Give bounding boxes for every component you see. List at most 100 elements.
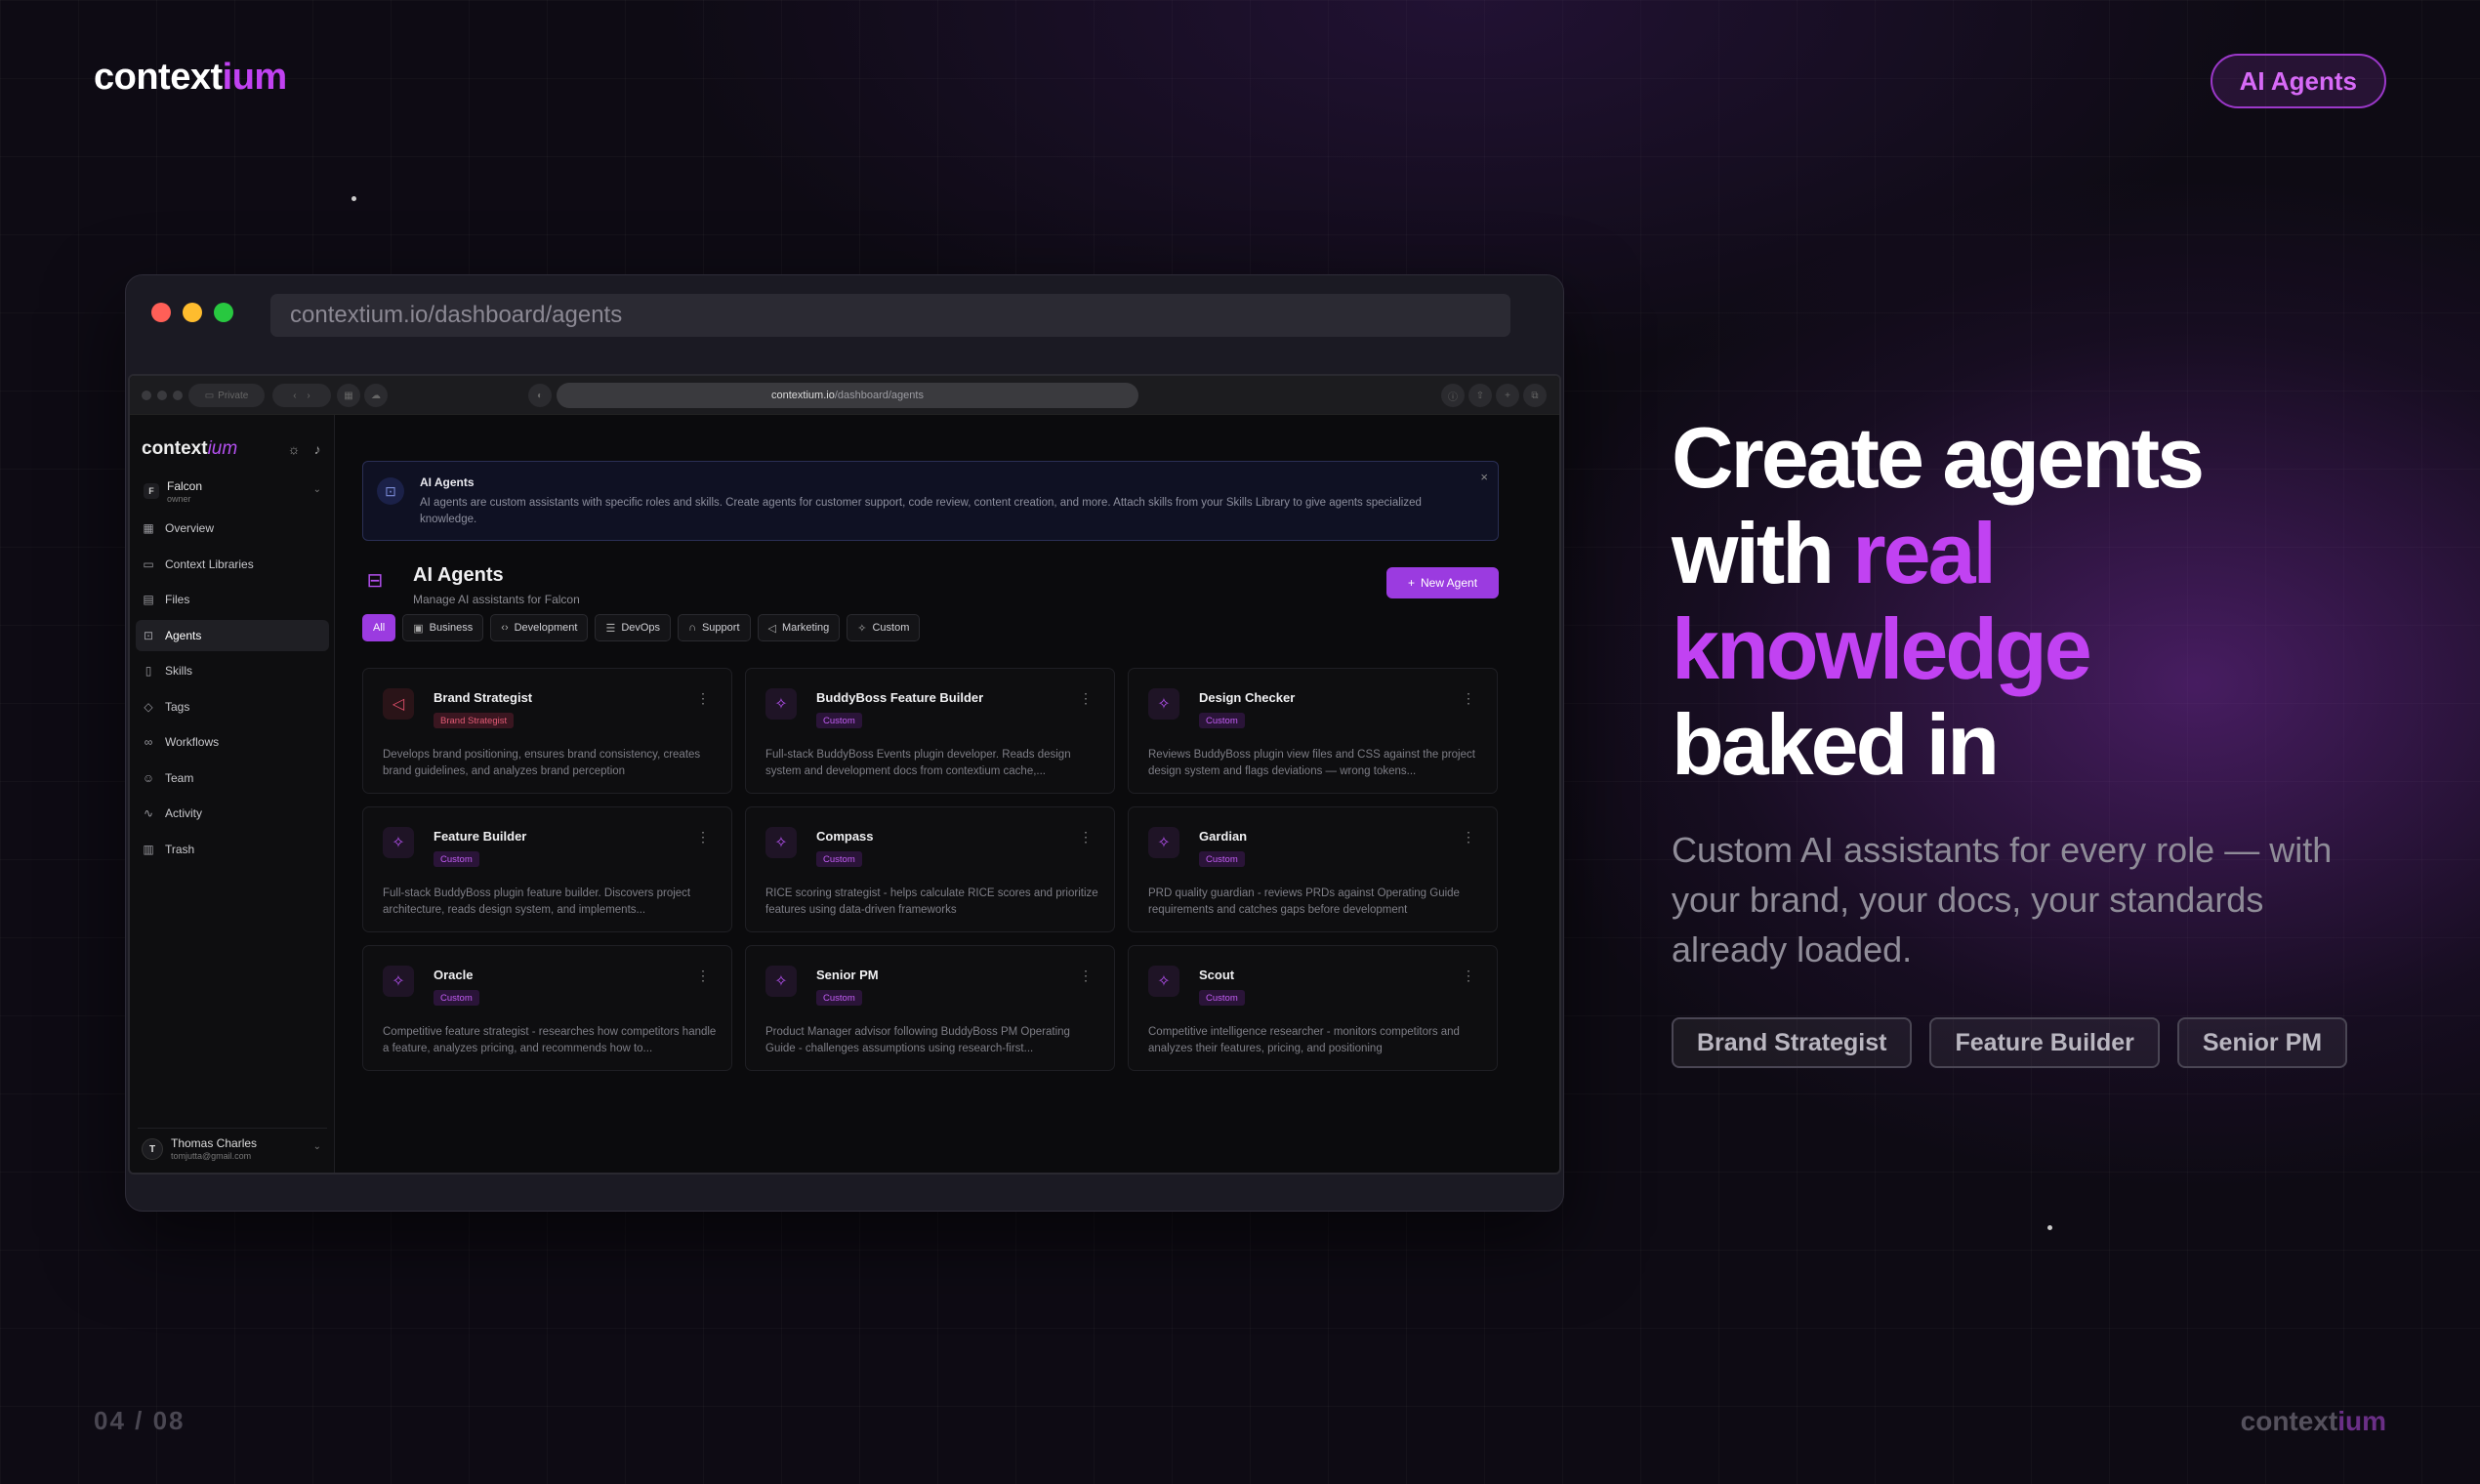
tab-overview-button[interactable]: ⧉	[1523, 384, 1547, 407]
file-icon: ▤	[143, 593, 154, 606]
more-menu-icon[interactable]: ⋮	[1462, 829, 1475, 845]
inner-url-bar[interactable]: contextium.io/dashboard/agents	[557, 383, 1138, 408]
sidebar-item-context-libraries[interactable]: ▭ Context Libraries	[136, 549, 329, 580]
sidebar-item-activity[interactable]: ∿ Activity	[136, 798, 329, 829]
app-screenshot: ▭ Private ‹ › ▦ ☁ ◐ contextium.io/dashboa…	[128, 374, 1561, 1175]
workspace-switcher[interactable]: F Falcon owner ⌄	[138, 475, 327, 507]
sidebar-item-files[interactable]: ▤ Files	[136, 584, 329, 615]
sparkles-icon: ✧	[765, 966, 797, 997]
agent-name: BuddyBoss Feature Builder	[816, 690, 984, 705]
hero-line: baked in	[1672, 696, 2000, 793]
agent-card[interactable]: ◁ Brand Strategist Brand Strategist ⋮ Develo…	[362, 668, 732, 794]
maximize-dot[interactable]	[214, 303, 233, 322]
agent-grid: ◁ Brand Strategist Brand Strategist ⋮ Develo…	[362, 668, 1501, 1071]
agent-name: Design Checker	[1199, 690, 1296, 705]
sidebar-item-skills[interactable]: ▯ Skills	[136, 655, 329, 686]
more-menu-icon[interactable]: ⋮	[696, 690, 710, 707]
private-button[interactable]: ▭ Private	[188, 384, 265, 407]
grid-icon: ▦	[143, 521, 154, 535]
sidebar-logo[interactable]: contextium	[142, 438, 237, 460]
filter-devops[interactable]: ☰ DevOps	[595, 614, 672, 641]
hero-heading: Create agents with real knowledge baked …	[1672, 410, 2414, 793]
close-icon[interactable]: ×	[1480, 470, 1488, 484]
sparkles-icon: ✧	[765, 827, 797, 858]
hero-line: knowledge	[1672, 600, 2092, 697]
agent-card[interactable]: ✧ BuddyBoss Feature Builder Custom ⋮ Full-st…	[745, 668, 1115, 794]
agent-badge: Custom	[1199, 990, 1245, 1006]
filter-development[interactable]: ‹› Development	[490, 614, 589, 641]
shield-button[interactable]: ◐	[528, 384, 552, 407]
tabs-icon: ⧉	[1531, 390, 1539, 401]
browser-window: contextium.io/dashboard/agents ▭ Private …	[125, 274, 1564, 1212]
more-menu-icon[interactable]: ⋮	[1462, 968, 1475, 984]
agent-card[interactable]: ✧ Compass Custom ⋮ RICE scoring strategist -…	[745, 806, 1115, 932]
hero-line: with real	[1672, 505, 1997, 601]
agent-card[interactable]: ✧ Oracle Custom ⋮ Competitive feature strate…	[362, 945, 732, 1071]
forward-icon[interactable]: ›	[307, 391, 310, 401]
more-menu-icon[interactable]: ⋮	[1079, 829, 1093, 845]
agent-description: RICE scoring strategist - helps calculat…	[765, 887, 1098, 916]
nav-arrows[interactable]: ‹ ›	[272, 384, 331, 407]
close-dot[interactable]	[151, 303, 171, 322]
agent-card[interactable]: ✧ Gardian Custom ⋮ PRD quality guardian - re…	[1128, 806, 1498, 932]
more-menu-icon[interactable]: ⋮	[1079, 690, 1093, 707]
info-banner: ⊡ AI Agents × AI agents are custom assis…	[362, 461, 1499, 541]
agent-card[interactable]: ✧ Design Checker Custom ⋮ Reviews BuddyBoss …	[1128, 668, 1498, 794]
sidebar-item-team[interactable]: ☺ Team	[136, 763, 329, 794]
agent-badge: Custom	[434, 851, 479, 867]
info-button[interactable]: ⓘ	[1441, 384, 1465, 407]
agent-description: Full-stack BuddyBoss plugin feature buil…	[383, 887, 691, 916]
new-agent-button[interactable]: + New Agent	[1386, 567, 1499, 598]
grid-icon: ▦	[344, 390, 353, 401]
filter-marketing[interactable]: ◁ Marketing	[757, 614, 841, 641]
more-menu-icon[interactable]: ⋮	[1462, 690, 1475, 707]
sidebar-item-agents[interactable]: ⊡ Agents	[136, 619, 329, 651]
browser-url[interactable]: contextium.io/dashboard/agents	[270, 294, 1510, 337]
sidebar-item-tags[interactable]: ◇ Tags	[136, 691, 329, 722]
users-icon: ☺	[142, 770, 155, 785]
inner-close-dot[interactable]	[142, 391, 151, 400]
user-menu[interactable]: T Thomas Charles tomjutta@gmail.com ⌄	[138, 1128, 327, 1163]
agent-badge: Custom	[434, 990, 479, 1006]
cloud-button[interactable]: ☁	[364, 384, 388, 407]
theme-toggle-icon[interactable]: ☼	[286, 441, 302, 457]
folder-icon: ▭	[143, 556, 154, 571]
more-menu-icon[interactable]: ⋮	[696, 968, 710, 984]
sidebar-item-overview[interactable]: ▦ Overview	[136, 513, 329, 544]
tabs-grid-button[interactable]: ▦	[337, 384, 360, 407]
role-tags: Brand Strategist Feature Builder Senior PM	[1672, 1017, 2348, 1068]
agent-name: Senior PM	[816, 968, 879, 982]
bell-icon[interactable]: ♪	[310, 441, 325, 457]
inner-min-dot[interactable]	[157, 391, 167, 400]
filter-all[interactable]: All	[362, 614, 396, 641]
agent-card[interactable]: ✧ Feature Builder Custom ⋮ Full-stack BuddyB…	[362, 806, 732, 932]
minimize-dot[interactable]	[183, 303, 202, 322]
filter-business[interactable]: ▣ Business	[402, 614, 484, 641]
inner-max-dot[interactable]	[173, 391, 183, 400]
agent-description: Competitive feature strategist - researc…	[383, 1026, 717, 1054]
filter-support[interactable]: ∩ Support	[678, 614, 751, 641]
agent-description: Product Manager advisor following BuddyB…	[765, 1026, 1070, 1054]
sidebar-item-label: Workflows	[165, 735, 220, 749]
sidebar-item-workflows[interactable]: ∞ Workflows	[136, 726, 329, 758]
agent-card[interactable]: ✧ Senior PM Custom ⋮ Product Manager advisor…	[745, 945, 1115, 1071]
agent-card[interactable]: ✧ Scout Custom ⋮ Competitive intelligence re…	[1128, 945, 1498, 1071]
sparkles-icon: ✧	[1148, 688, 1179, 720]
inner-toolbar: ▭ Private ‹ › ▦ ☁ ◐ contextium.io/dashboa…	[130, 376, 1559, 415]
main-content: ⊡ AI Agents × AI agents are custom assis…	[335, 415, 1559, 1173]
share-button[interactable]: ⇧	[1468, 384, 1492, 407]
back-icon[interactable]: ‹	[293, 391, 296, 401]
more-menu-icon[interactable]: ⋮	[696, 829, 710, 845]
new-tab-button[interactable]: +	[1496, 384, 1519, 407]
plus-icon: +	[1407, 576, 1415, 590]
sparkles-icon: ✧	[857, 622, 867, 635]
sparkles-icon: ✧	[383, 827, 414, 858]
sidebar-item-label: Trash	[165, 842, 195, 856]
role-tag: Brand Strategist	[1672, 1017, 1913, 1068]
section-pill: AI Agents	[2210, 54, 2386, 108]
filter-custom[interactable]: ✧ Custom	[847, 614, 921, 641]
sidebar-item-trash[interactable]: ▥ Trash	[136, 834, 329, 865]
more-menu-icon[interactable]: ⋮	[1079, 968, 1093, 984]
agent-name: Oracle	[434, 968, 474, 982]
agent-name: Brand Strategist	[434, 690, 533, 705]
